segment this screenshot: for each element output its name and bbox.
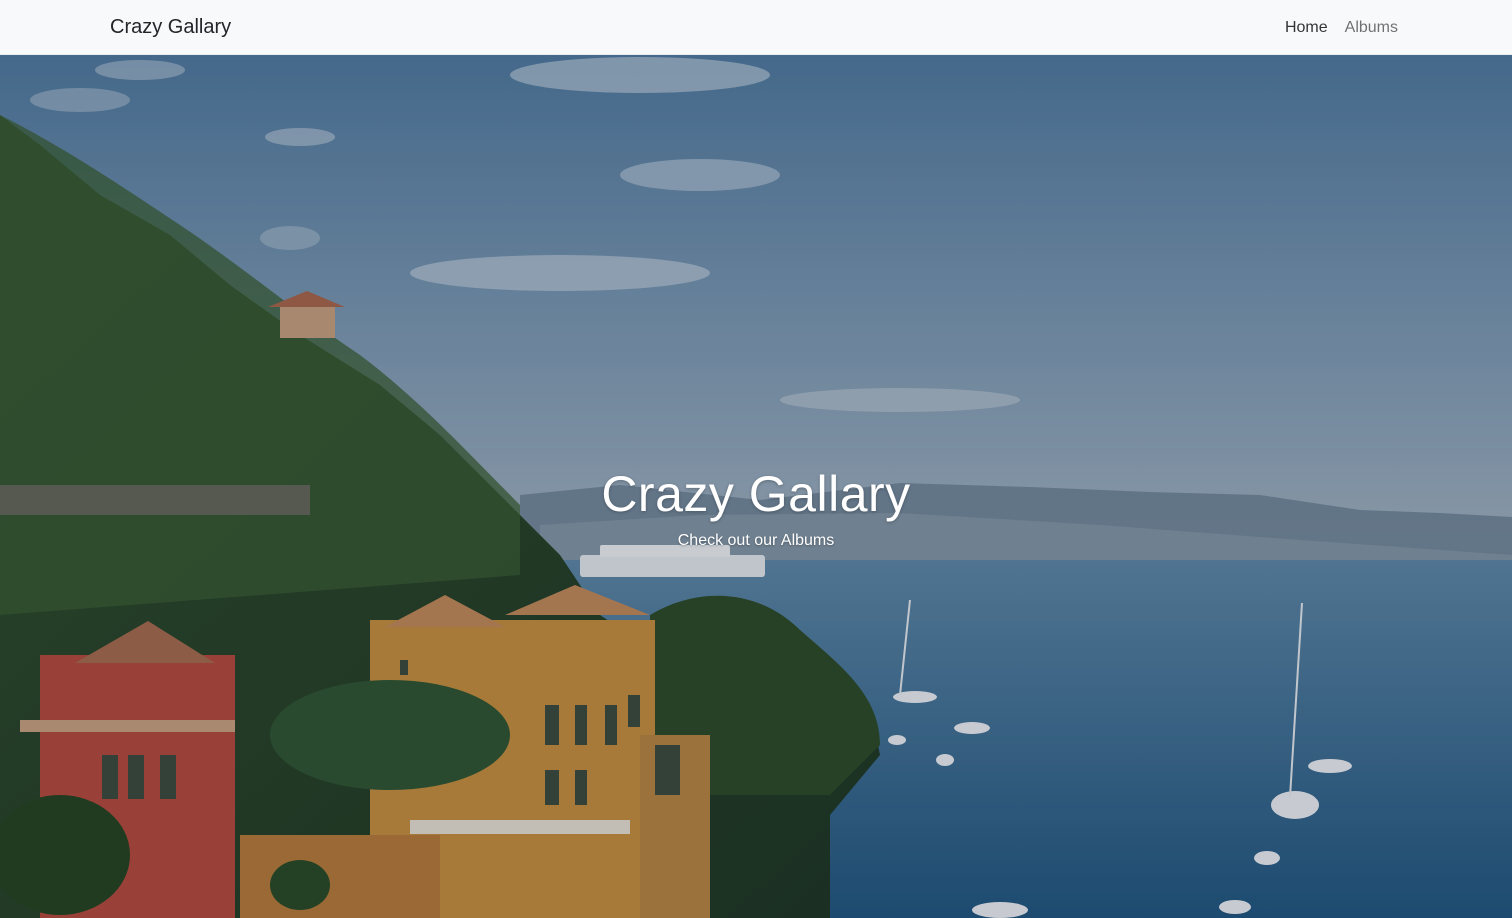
brand-link[interactable]: Crazy Gallary <box>110 15 231 39</box>
nav-link-home[interactable]: Home <box>1285 18 1328 37</box>
nav-link-albums[interactable]: Albums <box>1345 18 1398 37</box>
hero-title: Crazy Gallary <box>601 466 911 522</box>
hero-banner: Crazy Gallary Check out our Albums <box>0 55 1512 918</box>
nav-links: Home Albums <box>1285 18 1398 37</box>
hero-subtitle: Check out our Albums <box>677 532 835 549</box>
navbar: Crazy Gallary Home Albums <box>0 0 1512 55</box>
